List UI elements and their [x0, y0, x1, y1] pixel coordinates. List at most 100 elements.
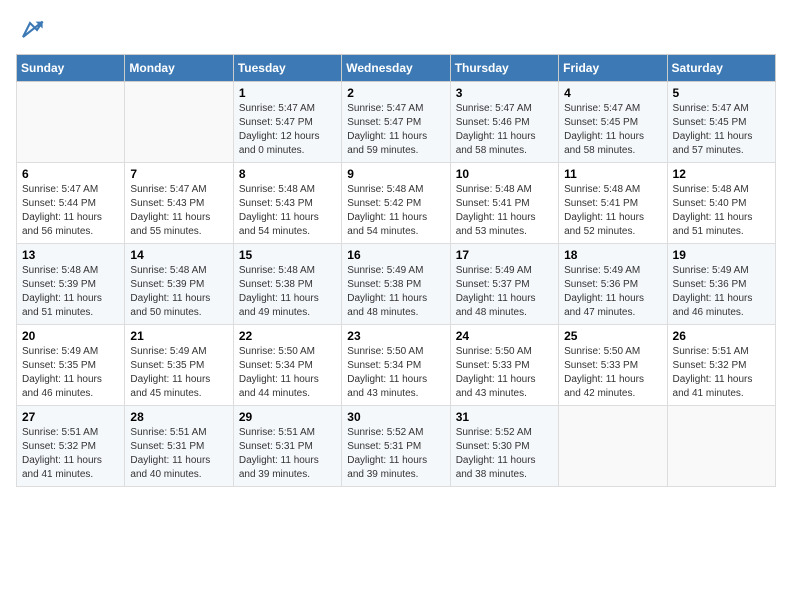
- day-number: 29: [239, 410, 336, 424]
- cell-info: Sunrise: 5:49 AMSunset: 5:35 PMDaylight:…: [130, 345, 227, 401]
- day-number: 19: [673, 248, 770, 262]
- calendar-cell: 23 Sunrise: 5:50 AMSunset: 5:34 PMDayligh…: [342, 325, 450, 406]
- day-number: 1: [239, 86, 336, 100]
- cell-info: Sunrise: 5:47 AMSunset: 5:47 PMDaylight:…: [239, 102, 336, 158]
- calendar-cell: 31 Sunrise: 5:52 AMSunset: 5:30 PMDayligh…: [450, 406, 558, 487]
- calendar-cell: 28 Sunrise: 5:51 AMSunset: 5:31 PMDayligh…: [125, 406, 233, 487]
- calendar-week-row: 13 Sunrise: 5:48 AMSunset: 5:39 PMDayligh…: [17, 244, 776, 325]
- day-number: 9: [347, 167, 444, 181]
- calendar-week-row: 27Sunrise: 5:51 AMSunset: 5:32 PMDayligh…: [17, 406, 776, 487]
- cell-info: Sunrise: 5:48 AMSunset: 5:39 PMDaylight:…: [130, 264, 227, 320]
- cell-info: Sunrise: 5:50 AMSunset: 5:33 PMDaylight:…: [564, 345, 661, 401]
- calendar-cell: 17 Sunrise: 5:49 AMSunset: 5:37 PMDayligh…: [450, 244, 558, 325]
- cell-info: Sunrise: 5:52 AMSunset: 5:31 PMDaylight:…: [347, 426, 444, 482]
- cell-info: Sunrise: 5:49 AMSunset: 5:37 PMDaylight:…: [456, 264, 553, 320]
- calendar-table: SundayMondayTuesdayWednesdayThursdayFrid…: [16, 54, 776, 487]
- calendar-cell: 18Sunrise: 5:49 AMSunset: 5:36 PMDayligh…: [559, 244, 667, 325]
- day-number: 11: [564, 167, 661, 181]
- calendar-cell: [125, 82, 233, 163]
- calendar-cell: 13 Sunrise: 5:48 AMSunset: 5:39 PMDayligh…: [17, 244, 125, 325]
- cell-info: Sunrise: 5:48 AMSunset: 5:39 PMDaylight:…: [22, 264, 119, 320]
- calendar-cell: [667, 406, 775, 487]
- calendar-cell: 19 Sunrise: 5:49 AMSunset: 5:36 PMDayligh…: [667, 244, 775, 325]
- day-number: 3: [456, 86, 553, 100]
- cell-info: Sunrise: 5:47 AMSunset: 5:45 PMDaylight:…: [564, 102, 661, 158]
- cell-info: Sunrise: 5:48 AMSunset: 5:41 PMDaylight:…: [564, 183, 661, 239]
- calendar-cell: 21 Sunrise: 5:49 AMSunset: 5:35 PMDayligh…: [125, 325, 233, 406]
- cell-info: Sunrise: 5:47 AMSunset: 5:44 PMDaylight:…: [22, 183, 119, 239]
- cell-info: Sunrise: 5:51 AMSunset: 5:31 PMDaylight:…: [130, 426, 227, 482]
- day-number: 13: [22, 248, 119, 262]
- day-of-week-header: Friday: [559, 55, 667, 82]
- day-number: 25: [564, 329, 661, 343]
- day-number: 8: [239, 167, 336, 181]
- calendar-cell: 10 Sunrise: 5:48 AMSunset: 5:41 PMDayligh…: [450, 163, 558, 244]
- calendar-cell: 26 Sunrise: 5:51 AMSunset: 5:32 PMDayligh…: [667, 325, 775, 406]
- day-number: 15: [239, 248, 336, 262]
- cell-info: Sunrise: 5:48 AMSunset: 5:41 PMDaylight:…: [456, 183, 553, 239]
- calendar-cell: 14 Sunrise: 5:48 AMSunset: 5:39 PMDayligh…: [125, 244, 233, 325]
- day-of-week-header: Saturday: [667, 55, 775, 82]
- cell-info: Sunrise: 5:48 AMSunset: 5:42 PMDaylight:…: [347, 183, 444, 239]
- calendar-cell: 16 Sunrise: 5:49 AMSunset: 5:38 PMDayligh…: [342, 244, 450, 325]
- cell-info: Sunrise: 5:48 AMSunset: 5:43 PMDaylight:…: [239, 183, 336, 239]
- day-number: 23: [347, 329, 444, 343]
- day-of-week-header: Tuesday: [233, 55, 341, 82]
- cell-info: Sunrise: 5:51 AMSunset: 5:32 PMDaylight:…: [673, 345, 770, 401]
- day-number: 22: [239, 329, 336, 343]
- cell-info: Sunrise: 5:47 AMSunset: 5:43 PMDaylight:…: [130, 183, 227, 239]
- day-of-week-header: Wednesday: [342, 55, 450, 82]
- calendar-cell: 12 Sunrise: 5:48 AMSunset: 5:40 PMDayligh…: [667, 163, 775, 244]
- day-number: 16: [347, 248, 444, 262]
- day-number: 10: [456, 167, 553, 181]
- day-number: 18: [564, 248, 661, 262]
- cell-info: Sunrise: 5:48 AMSunset: 5:40 PMDaylight:…: [673, 183, 770, 239]
- page-header: [16, 16, 776, 44]
- calendar-cell: 11 Sunrise: 5:48 AMSunset: 5:41 PMDayligh…: [559, 163, 667, 244]
- calendar-cell: 7 Sunrise: 5:47 AMSunset: 5:43 PMDaylight…: [125, 163, 233, 244]
- calendar-cell: 25 Sunrise: 5:50 AMSunset: 5:33 PMDayligh…: [559, 325, 667, 406]
- day-number: 20: [22, 329, 119, 343]
- cell-info: Sunrise: 5:51 AMSunset: 5:32 PMDaylight:…: [22, 426, 119, 482]
- cell-info: Sunrise: 5:50 AMSunset: 5:34 PMDaylight:…: [347, 345, 444, 401]
- day-number: 17: [456, 248, 553, 262]
- day-number: 31: [456, 410, 553, 424]
- logo-icon: [16, 16, 44, 44]
- cell-info: Sunrise: 5:52 AMSunset: 5:30 PMDaylight:…: [456, 426, 553, 482]
- calendar-cell: 29 Sunrise: 5:51 AMSunset: 5:31 PMDayligh…: [233, 406, 341, 487]
- calendar-cell: 2Sunrise: 5:47 AMSunset: 5:47 PMDaylight…: [342, 82, 450, 163]
- cell-info: Sunrise: 5:47 AMSunset: 5:46 PMDaylight:…: [456, 102, 553, 158]
- day-number: 14: [130, 248, 227, 262]
- day-of-week-header: Monday: [125, 55, 233, 82]
- calendar-header-row: SundayMondayTuesdayWednesdayThursdayFrid…: [17, 55, 776, 82]
- day-number: 26: [673, 329, 770, 343]
- calendar-week-row: 1 Sunrise: 5:47 AMSunset: 5:47 PMDaylight…: [17, 82, 776, 163]
- calendar-week-row: 6 Sunrise: 5:47 AMSunset: 5:44 PMDaylight…: [17, 163, 776, 244]
- calendar-cell: 5Sunrise: 5:47 AMSunset: 5:45 PMDaylight…: [667, 82, 775, 163]
- calendar-cell: 4Sunrise: 5:47 AMSunset: 5:45 PMDaylight…: [559, 82, 667, 163]
- day-number: 24: [456, 329, 553, 343]
- day-number: 6: [22, 167, 119, 181]
- logo: [16, 16, 48, 44]
- cell-info: Sunrise: 5:50 AMSunset: 5:33 PMDaylight:…: [456, 345, 553, 401]
- calendar-cell: 24 Sunrise: 5:50 AMSunset: 5:33 PMDayligh…: [450, 325, 558, 406]
- day-number: 28: [130, 410, 227, 424]
- day-of-week-header: Sunday: [17, 55, 125, 82]
- calendar-cell: 30Sunrise: 5:52 AMSunset: 5:31 PMDayligh…: [342, 406, 450, 487]
- day-number: 12: [673, 167, 770, 181]
- calendar-cell: 20Sunrise: 5:49 AMSunset: 5:35 PMDayligh…: [17, 325, 125, 406]
- cell-info: Sunrise: 5:49 AMSunset: 5:38 PMDaylight:…: [347, 264, 444, 320]
- day-number: 7: [130, 167, 227, 181]
- calendar-week-row: 20 Sunrise: 5:49 AMSunset: 5:35 PMDayligh…: [17, 325, 776, 406]
- calendar-cell: [559, 406, 667, 487]
- calendar-cell: 8 Sunrise: 5:48 AMSunset: 5:43 PMDaylight…: [233, 163, 341, 244]
- day-number: 5: [673, 86, 770, 100]
- calendar-cell: 9 Sunrise: 5:48 AMSunset: 5:42 PMDaylight…: [342, 163, 450, 244]
- calendar-cell: 15Sunrise: 5:48 AMSunset: 5:38 PMDayligh…: [233, 244, 341, 325]
- day-of-week-header: Thursday: [450, 55, 558, 82]
- day-number: 21: [130, 329, 227, 343]
- calendar-cell: 6 Sunrise: 5:47 AMSunset: 5:44 PMDaylight…: [17, 163, 125, 244]
- cell-info: Sunrise: 5:49 AMSunset: 5:36 PMDaylight:…: [673, 264, 770, 320]
- cell-info: Sunrise: 5:51 AMSunset: 5:31 PMDaylight:…: [239, 426, 336, 482]
- calendar-cell: [17, 82, 125, 163]
